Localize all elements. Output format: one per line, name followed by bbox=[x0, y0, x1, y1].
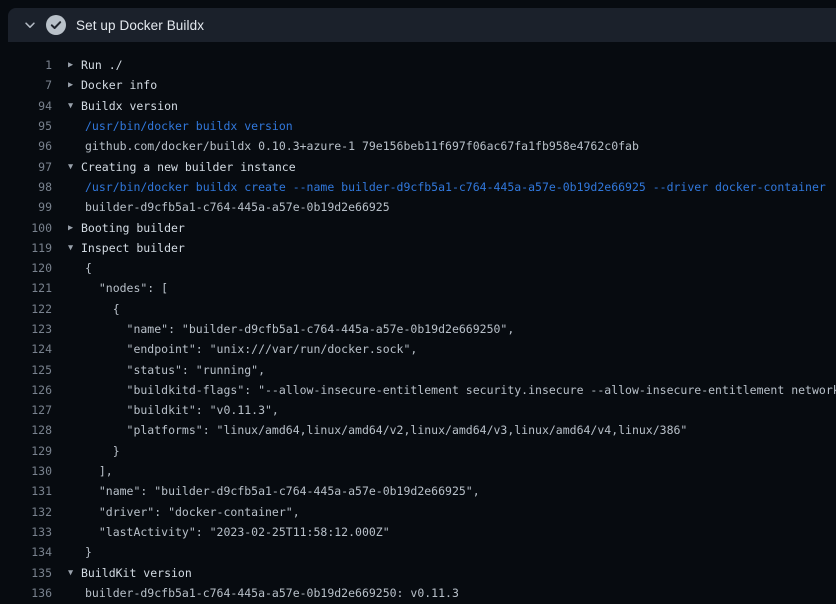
line-number[interactable]: 126 bbox=[0, 383, 52, 397]
log-line: 120 { bbox=[0, 258, 836, 278]
line-number[interactable]: 1 bbox=[0, 58, 52, 72]
line-number[interactable]: 95 bbox=[0, 119, 52, 133]
line-number[interactable]: 133 bbox=[0, 525, 52, 539]
log-line: 130 ], bbox=[0, 461, 836, 481]
line-number[interactable]: 130 bbox=[0, 464, 52, 478]
log-group-row[interactable]: 97 ▼Creating a new builder instance bbox=[0, 156, 836, 176]
log-lines: 1▶Run ./7▶Docker info94▼Buildx version95… bbox=[0, 55, 836, 603]
log-line: 129 } bbox=[0, 441, 836, 461]
log-output-text: "status": "running", bbox=[85, 363, 265, 377]
triangle-down-icon[interactable]: ▼ bbox=[68, 162, 81, 172]
log-line: 125 "status": "running", bbox=[0, 359, 836, 379]
log-line: 121 "nodes": [ bbox=[0, 278, 836, 298]
line-number[interactable]: 125 bbox=[0, 363, 52, 377]
line-number[interactable]: 120 bbox=[0, 261, 52, 275]
log-output-text: ], bbox=[85, 464, 113, 478]
log-group-title[interactable]: Buildx version bbox=[81, 99, 178, 113]
line-number[interactable]: 131 bbox=[0, 484, 52, 498]
line-number[interactable]: 123 bbox=[0, 322, 52, 336]
check-circle-icon bbox=[46, 15, 66, 35]
log-group-row[interactable]: 7 ▶Docker info bbox=[0, 75, 836, 95]
log-output-text: { bbox=[85, 302, 120, 316]
log-line: 98/usr/bin/docker buildx create --name b… bbox=[0, 177, 836, 197]
line-number[interactable]: 129 bbox=[0, 444, 52, 458]
line-number[interactable]: 124 bbox=[0, 342, 52, 356]
line-number[interactable]: 119 bbox=[0, 241, 52, 255]
triangle-down-icon[interactable]: ▼ bbox=[68, 101, 81, 111]
log-line: 95/usr/bin/docker buildx version bbox=[0, 116, 836, 136]
log-group-title[interactable]: Inspect builder bbox=[81, 241, 185, 255]
log-group-title[interactable]: Run ./ bbox=[81, 58, 123, 72]
line-number[interactable]: 121 bbox=[0, 281, 52, 295]
log-output-text: "name": "builder-d9cfb5a1-c764-445a-a57e… bbox=[85, 484, 480, 498]
line-number[interactable]: 134 bbox=[0, 545, 52, 559]
log-output-text: "lastActivity": "2023-02-25T11:58:12.000… bbox=[85, 525, 390, 539]
log-group-row[interactable]: 1 ▶Run ./ bbox=[0, 55, 836, 75]
log-line: 133 "lastActivity": "2023-02-25T11:58:12… bbox=[0, 522, 836, 542]
log-command-text: /usr/bin/docker buildx version bbox=[85, 119, 293, 133]
log-group-row[interactable]: 119 ▼Inspect builder bbox=[0, 238, 836, 258]
log-output-text: "buildkitd-flags": "--allow-insecure-ent… bbox=[85, 383, 836, 397]
line-number[interactable]: 100 bbox=[0, 221, 52, 235]
line-number[interactable]: 136 bbox=[0, 586, 52, 600]
log-output-text: } bbox=[85, 545, 92, 559]
line-number[interactable]: 99 bbox=[0, 200, 52, 214]
chevron-down-icon[interactable] bbox=[22, 17, 38, 33]
log-line: 126 "buildkitd-flags": "--allow-insecure… bbox=[0, 380, 836, 400]
log-output-text: { bbox=[85, 261, 92, 275]
log-output-text: "platforms": "linux/amd64,linux/amd64/v2… bbox=[85, 423, 687, 437]
step-title: Set up Docker Buildx bbox=[76, 18, 204, 33]
line-number[interactable]: 132 bbox=[0, 505, 52, 519]
log-output-text: builder-d9cfb5a1-c764-445a-a57e-0b19d2e6… bbox=[85, 586, 459, 600]
log-group-title[interactable]: Booting builder bbox=[81, 221, 185, 235]
line-number[interactable]: 97 bbox=[0, 160, 52, 174]
line-number[interactable]: 7 bbox=[0, 78, 52, 92]
log-line: 134} bbox=[0, 542, 836, 562]
log-line: 131 "name": "builder-d9cfb5a1-c764-445a-… bbox=[0, 481, 836, 501]
log-output-text: } bbox=[85, 444, 120, 458]
triangle-right-icon[interactable]: ▶ bbox=[68, 60, 81, 70]
log-output-text: "endpoint": "unix:///var/run/docker.sock… bbox=[85, 342, 417, 356]
line-number[interactable]: 96 bbox=[0, 139, 52, 153]
log-group-row[interactable]: 94 ▼Buildx version bbox=[0, 96, 836, 116]
log-output-text: "driver": "docker-container", bbox=[85, 505, 300, 519]
log-line: 124 "endpoint": "unix:///var/run/docker.… bbox=[0, 339, 836, 359]
line-number[interactable]: 94 bbox=[0, 99, 52, 113]
step-header[interactable]: Set up Docker Buildx bbox=[8, 8, 836, 42]
log-group-title[interactable]: Docker info bbox=[81, 78, 157, 92]
line-number[interactable]: 135 bbox=[0, 566, 52, 580]
triangle-down-icon[interactable]: ▼ bbox=[68, 568, 81, 578]
line-number[interactable]: 122 bbox=[0, 302, 52, 316]
line-number[interactable]: 127 bbox=[0, 403, 52, 417]
log-area: 1▶Run ./7▶Docker info94▼Buildx version95… bbox=[0, 42, 836, 604]
log-output-text: "buildkit": "v0.11.3", bbox=[85, 403, 279, 417]
log-line: 132 "driver": "docker-container", bbox=[0, 502, 836, 522]
line-number[interactable]: 128 bbox=[0, 423, 52, 437]
log-line: 136 builder-d9cfb5a1-c764-445a-a57e-0b19d… bbox=[0, 583, 836, 603]
log-output-text: github.com/docker/buildx 0.10.3+azure-1 … bbox=[85, 139, 639, 153]
line-number[interactable]: 98 bbox=[0, 180, 52, 194]
log-group-row[interactable]: 100 ▶Booting builder bbox=[0, 217, 836, 237]
log-group-row[interactable]: 135 ▼BuildKit version bbox=[0, 562, 836, 582]
log-line: 99 builder-d9cfb5a1-c764-445a-a57e-0b19d2… bbox=[0, 197, 836, 217]
triangle-right-icon[interactable]: ▶ bbox=[68, 80, 81, 90]
log-command-text: /usr/bin/docker buildx create --name bui… bbox=[85, 180, 826, 194]
log-line: 128 "platforms": "linux/amd64,linux/amd6… bbox=[0, 420, 836, 440]
log-output-text: "nodes": [ bbox=[85, 281, 168, 295]
triangle-down-icon[interactable]: ▼ bbox=[68, 243, 81, 253]
log-line: 96 github.com/docker/buildx 0.10.3+azure-… bbox=[0, 136, 836, 156]
triangle-right-icon[interactable]: ▶ bbox=[68, 223, 81, 233]
log-group-title[interactable]: BuildKit version bbox=[81, 566, 192, 580]
log-output-text: "name": "builder-d9cfb5a1-c764-445a-a57e… bbox=[85, 322, 514, 336]
log-line: 127 "buildkit": "v0.11.3", bbox=[0, 400, 836, 420]
log-output-text: builder-d9cfb5a1-c764-445a-a57e-0b19d2e6… bbox=[85, 200, 390, 214]
log-group-title[interactable]: Creating a new builder instance bbox=[81, 160, 296, 174]
log-line: 122 { bbox=[0, 299, 836, 319]
log-line: 123 "name": "builder-d9cfb5a1-c764-445a-… bbox=[0, 319, 836, 339]
